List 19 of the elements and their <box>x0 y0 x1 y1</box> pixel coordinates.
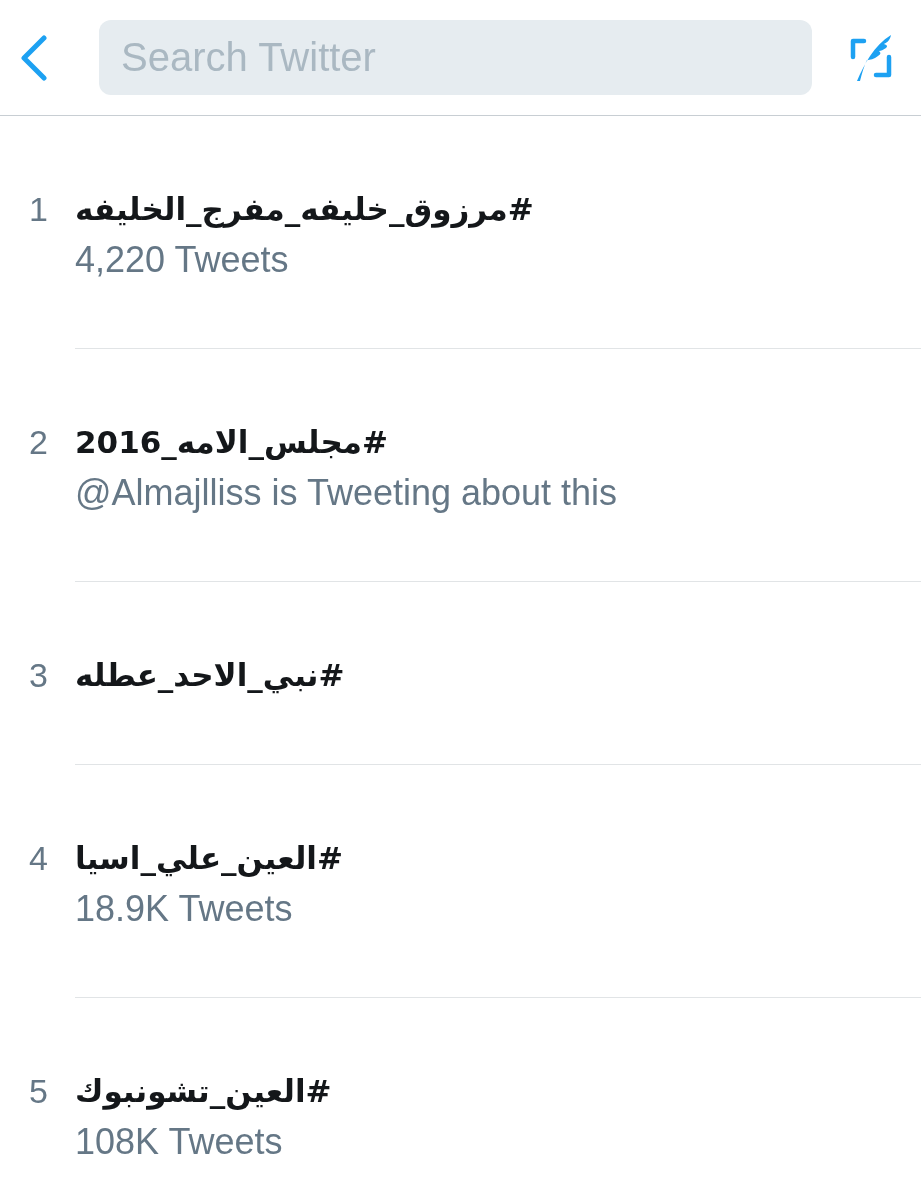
trend-rank: 2 <box>29 423 48 461</box>
trend-hashtag[interactable]: #نبي_الاحد_عطله <box>75 653 345 697</box>
trend-hashtag[interactable]: #مجلس_الامه_2016 <box>75 420 388 464</box>
trend-context-text: @Almajlliss is Tweeting about this <box>75 472 618 513</box>
trend-context-text: 18.9K Tweets <box>75 888 293 929</box>
trend-hashtag[interactable]: #مرزوق_خليفه_مفرج_الخليفه <box>75 187 534 231</box>
trend-rank: 3 <box>29 656 48 694</box>
search-field[interactable]: Search Twitter <box>99 20 812 95</box>
trend-rank: 4 <box>29 839 48 877</box>
trend-hashtag[interactable]: #العين_علي_اسيا <box>75 836 343 880</box>
compose-button[interactable] <box>850 32 892 83</box>
trend-context-text: 108K Tweets <box>75 1121 283 1162</box>
trend-context-text: 4,220 Tweets <box>75 239 289 280</box>
trend-rank: 1 <box>29 190 48 228</box>
feather-compose-icon <box>850 32 892 83</box>
back-button[interactable] <box>18 34 50 81</box>
back-chevron-icon <box>18 34 50 81</box>
trend-rank: 5 <box>29 1072 48 1110</box>
trend-hashtag[interactable]: #العين_تشونبوك <box>75 1069 332 1113</box>
